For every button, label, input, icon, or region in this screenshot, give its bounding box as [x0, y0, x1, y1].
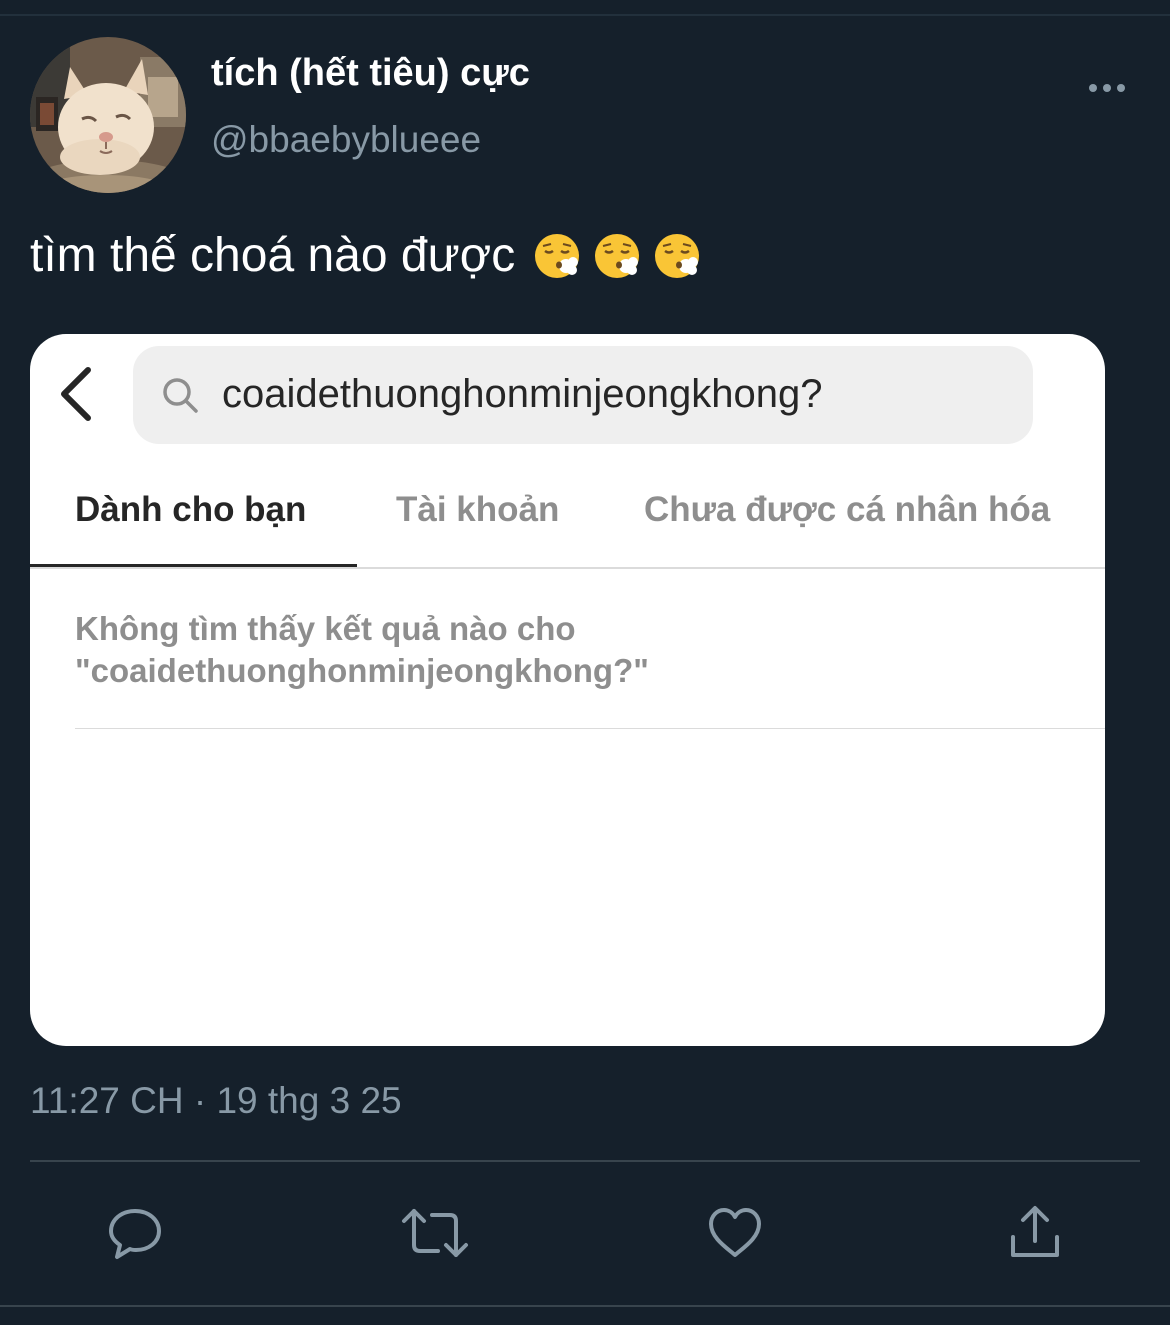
face-exhaling-emoji [595, 233, 640, 278]
tabs-divider [30, 567, 1105, 569]
cat-avatar-image [30, 37, 186, 193]
search-icon [163, 378, 198, 413]
user-handle[interactable]: @bbaebyblueee [211, 119, 481, 161]
more-dot-icon [1117, 84, 1125, 92]
reply-button[interactable] [100, 1198, 170, 1268]
retweet-icon [402, 1209, 468, 1257]
search-field: coaidethuonghonminjeongkhong? [133, 346, 1033, 444]
bottom-divider [0, 1305, 1170, 1307]
face-exhaling-emoji [655, 233, 700, 278]
retweet-button[interactable] [400, 1198, 470, 1268]
attached-screenshot[interactable]: coaidethuonghonminjeongkhong? Dành cho b… [30, 334, 1105, 1046]
tweet-text: tìm thế choá nào được [30, 229, 516, 282]
chevron-left-icon [61, 367, 91, 421]
results-divider [75, 728, 1105, 729]
tab-not-personalized: Chưa được cá nhân hóa [644, 490, 1051, 529]
more-options-button[interactable] [1080, 70, 1134, 106]
more-dot-icon [1089, 84, 1097, 92]
reply-icon [109, 1209, 161, 1259]
display-name[interactable]: tích (hết tiêu) cực [211, 52, 530, 95]
share-icon [1011, 1206, 1059, 1257]
tweet-timestamp[interactable]: 11:27 CH · 19 thg 3 25 [30, 1080, 402, 1122]
no-results-message: Không tìm thấy kết quả nào cho "coaideth… [75, 608, 649, 692]
like-button[interactable] [700, 1198, 770, 1268]
emoji-group [533, 232, 701, 280]
avatar[interactable] [30, 37, 186, 193]
tab-for-you: Dành cho bạn [75, 490, 307, 529]
search-tabs: Dành cho bạn Tài khoản Chưa được cá nhân… [30, 484, 1105, 568]
back-button [56, 364, 100, 424]
share-button[interactable] [1000, 1198, 1070, 1268]
heart-icon [709, 1208, 761, 1257]
search-query-text: coaidethuonghonminjeongkhong? [222, 372, 823, 416]
no-results-line-2: "coaidethuonghonminjeongkhong?" [75, 652, 649, 689]
no-results-line-1: Không tìm thấy kết quả nào cho [75, 610, 576, 647]
tweet-text-row: tìm thế choá nào được [30, 228, 701, 283]
actions-divider [30, 1160, 1140, 1162]
more-dot-icon [1103, 84, 1111, 92]
tab-accounts: Tài khoản [396, 490, 560, 529]
top-divider [0, 14, 1170, 16]
face-exhaling-emoji [535, 233, 580, 278]
